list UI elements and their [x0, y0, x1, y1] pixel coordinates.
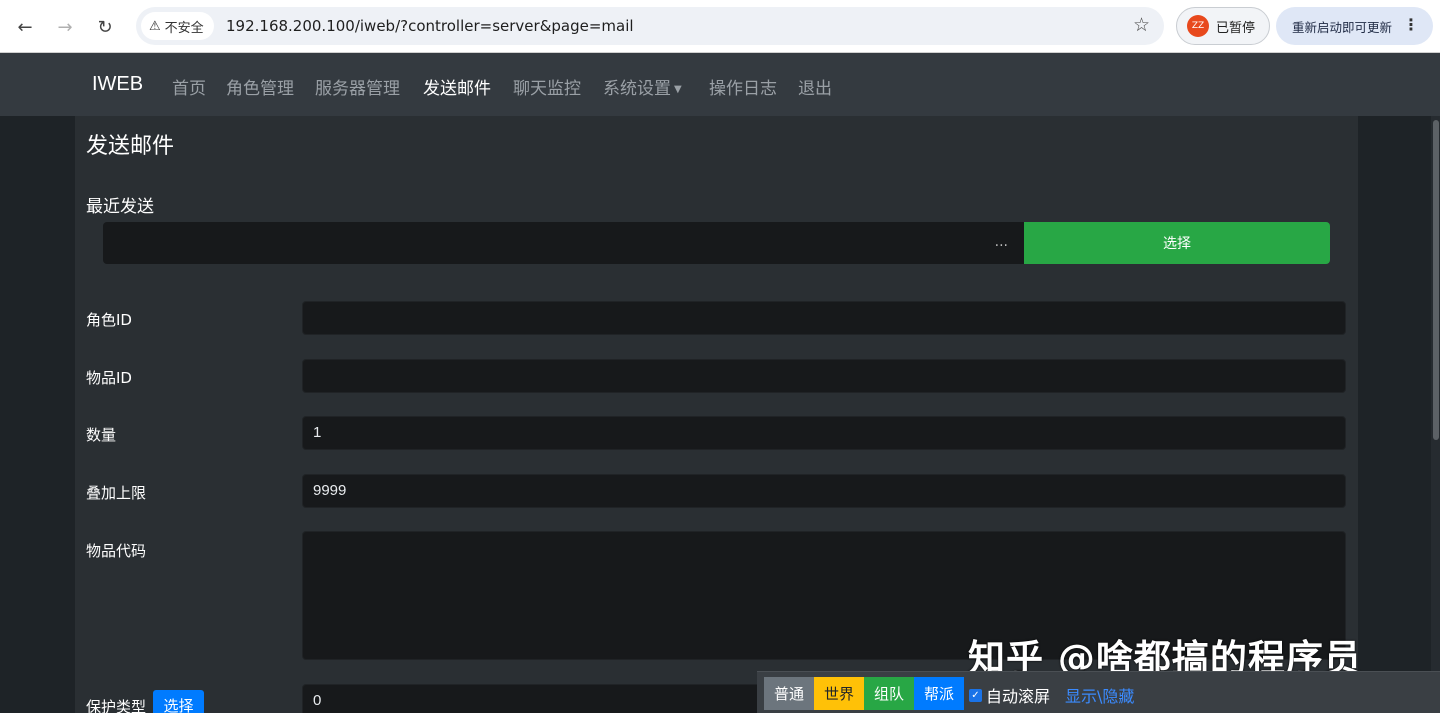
nav-send-mail[interactable]: 发送邮件 [423, 74, 491, 99]
url-text[interactable]: 192.168.200.100/iweb/?controller=server&… [226, 17, 634, 35]
chat-bar: 普通 世界 组队 帮派 ✓ 自动滚屏 显示\隐藏 [757, 671, 1440, 713]
recent-sent-placeholder: ... [994, 234, 1008, 250]
brand-logo[interactable]: IWEB [92, 73, 143, 96]
address-bar[interactable]: ⚠ 不安全 192.168.200.100/iweb/?controller=s… [136, 7, 1164, 45]
autoscroll-toggle[interactable]: ✓ 自动滚屏 [969, 683, 1050, 707]
nav-home[interactable]: 首页 [172, 74, 206, 99]
back-arrow-icon[interactable]: ← [10, 12, 40, 42]
role-id-label: 角色ID [86, 311, 132, 329]
stack-limit-input[interactable]: 9999 [302, 474, 1346, 508]
item-code-label: 物品代码 [86, 542, 147, 560]
page-title: 发送邮件 [86, 134, 175, 159]
scrollbar-thumb[interactable] [1433, 120, 1439, 440]
update-button[interactable]: 重新启动即可更新 ⋮ [1276, 7, 1433, 45]
quantity-input[interactable]: 1 [302, 416, 1346, 450]
role-id-input[interactable] [302, 301, 1346, 335]
autoscroll-label: 自动滚屏 [986, 687, 1051, 706]
stack-limit-label: 叠加上限 [86, 484, 147, 502]
nav-chat-monitor[interactable]: 聊天监控 [513, 74, 581, 99]
nav-system-settings-label: 系统设置 [603, 79, 671, 99]
item-id-input[interactable] [302, 359, 1346, 393]
more-vertical-icon[interactable]: ⋮ [1403, 15, 1419, 34]
update-label: 重新启动即可更新 [1292, 19, 1393, 35]
reload-icon[interactable]: ↻ [90, 12, 120, 42]
nav-system-settings[interactable]: 系统设置 ▼ [603, 74, 682, 99]
channel-normal-button[interactable]: 普通 [764, 677, 814, 710]
security-chip[interactable]: ⚠ 不安全 [141, 12, 214, 40]
nav-logout[interactable]: 退出 [798, 74, 832, 99]
protect-select-button[interactable]: 选择 [153, 690, 204, 713]
browser-toolbar: ← → ↻ ⚠ 不安全 192.168.200.100/iweb/?contro… [0, 0, 1440, 53]
nav-server-management[interactable]: 服务器管理 [315, 74, 400, 99]
channel-world-button[interactable]: 世界 [814, 677, 864, 710]
bookmark-star-icon[interactable]: ☆ [1133, 14, 1150, 36]
autoscroll-checkbox[interactable]: ✓ [969, 688, 982, 702]
security-label: 不安全 [164, 20, 204, 36]
nav-role-management[interactable]: 角色管理 [226, 74, 294, 99]
warning-triangle-icon: ⚠ [149, 18, 161, 34]
nav-operation-log[interactable]: 操作日志 [709, 74, 777, 99]
forward-arrow-icon[interactable]: → [50, 12, 80, 42]
avatar: ZZ [1187, 15, 1209, 37]
profile-status: 已暂停 [1216, 20, 1256, 36]
caret-down-icon: ▼ [674, 83, 682, 95]
app-navbar: IWEB 首页 角色管理 服务器管理 发送邮件 聊天监控 系统设置 ▼ 操作日志 … [0, 53, 1440, 116]
recent-select-button[interactable]: 选择 [1024, 222, 1330, 264]
quantity-label: 数量 [86, 426, 117, 444]
protect-type-label: 保护类型 [86, 698, 147, 713]
recent-sent-input[interactable]: ... [103, 222, 1024, 264]
channel-team-button[interactable]: 组队 [864, 677, 914, 710]
show-hide-link[interactable]: 显示\隐藏 [1065, 683, 1134, 707]
channel-guild-button[interactable]: 帮派 [914, 677, 964, 710]
item-id-label: 物品ID [86, 369, 132, 387]
mail-form-card: 发送邮件 最近发送 ... 选择 角色ID 物品ID 数量 1 叠加上限 999… [75, 116, 1358, 713]
profile-button[interactable]: ZZ 已暂停 [1176, 7, 1270, 45]
recent-sent-label: 最近发送 [86, 197, 154, 217]
